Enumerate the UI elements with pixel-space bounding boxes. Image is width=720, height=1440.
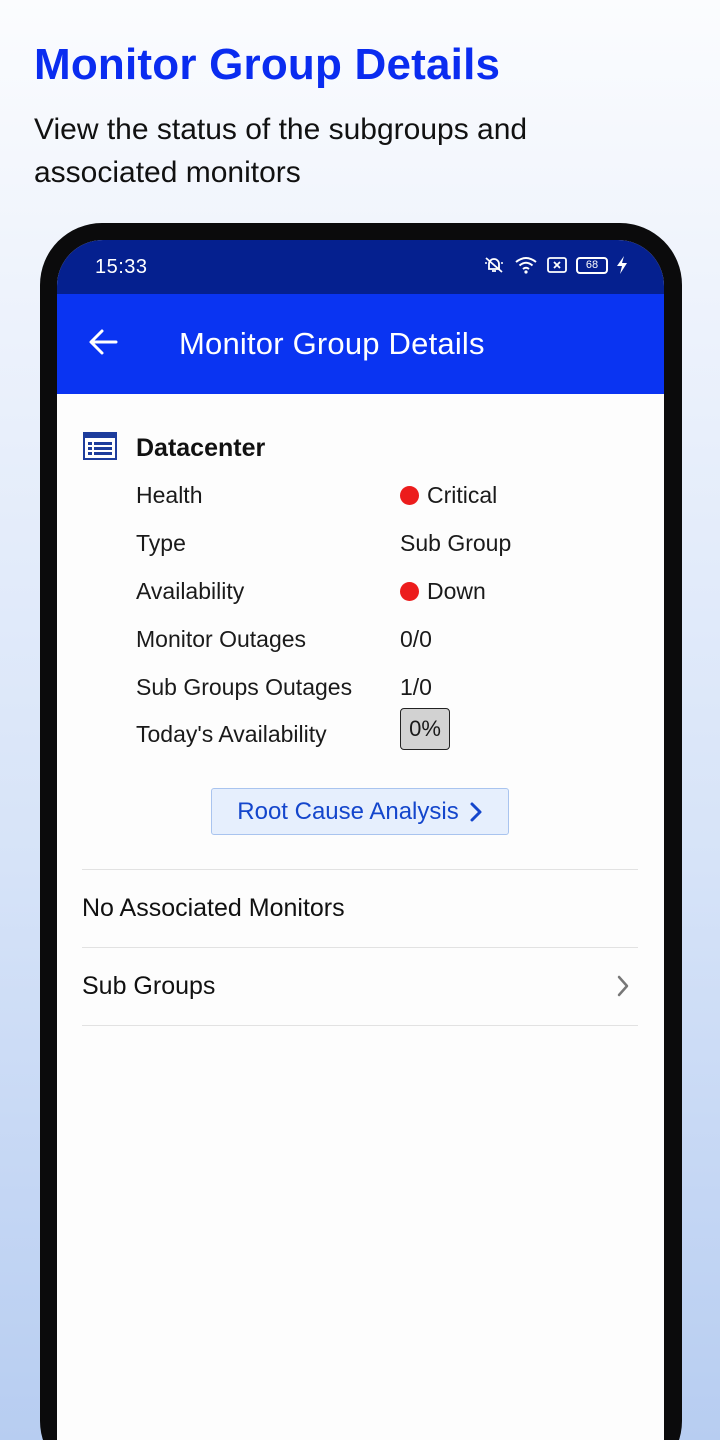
- list-table-icon: [83, 432, 136, 465]
- root-cause-analysis-button[interactable]: Root Cause Analysis: [211, 788, 509, 835]
- wifi-icon: [514, 255, 538, 275]
- promo-title: Monitor Group Details: [34, 40, 501, 89]
- divider: [82, 1025, 638, 1026]
- status-bar: 15:33 68: [57, 240, 664, 294]
- arrow-left-icon: [89, 329, 118, 355]
- detail-row-monitor-outages: Monitor Outages 0/0: [136, 626, 656, 658]
- bell-off-icon: [482, 255, 506, 275]
- detail-row-todays-availability: Today's Availability 0%: [136, 708, 656, 753]
- health-value: Critical: [400, 482, 497, 509]
- detail-row-availability: Availability Down: [136, 578, 656, 610]
- group-header: Datacenter: [83, 432, 265, 465]
- detail-value-text: 1/0: [400, 674, 432, 700]
- app-bar-title: Monitor Group Details: [179, 326, 485, 361]
- critical-status-dot: [400, 486, 419, 505]
- detail-label: Type: [136, 530, 186, 556]
- app-bar: Monitor Group Details: [57, 294, 664, 394]
- availability-percent-badge: 0%: [400, 708, 450, 750]
- charging-bolt-icon: [616, 255, 628, 275]
- detail-row-type: Type Sub Group: [136, 530, 656, 562]
- battery-icon: 68: [576, 256, 608, 274]
- no-associated-monitors-text: No Associated Monitors: [82, 893, 345, 922]
- availability-value: Down: [400, 578, 486, 605]
- detail-value-text: Sub Group: [400, 530, 512, 556]
- detail-label: Availability: [136, 578, 245, 604]
- detail-value-text: Down: [427, 578, 486, 604]
- sub-groups-label: Sub Groups: [82, 971, 216, 1000]
- status-icons: 68: [482, 255, 628, 275]
- no-associated-monitors-row: No Associated Monitors: [82, 870, 638, 946]
- detail-label: Monitor Outages: [136, 626, 307, 652]
- back-button[interactable]: [83, 322, 123, 362]
- group-name: Datacenter: [136, 434, 266, 462]
- detail-label: Sub Groups Outages: [136, 674, 353, 700]
- chevron-right-icon: [470, 802, 482, 821]
- sim-off-icon: [546, 255, 568, 275]
- detail-label: Today's Availability: [136, 721, 327, 747]
- chevron-right-icon: [617, 975, 629, 997]
- root-cause-analysis-label: Root Cause Analysis: [237, 797, 459, 825]
- detail-label: Health: [136, 482, 203, 508]
- down-status-dot: [400, 582, 419, 601]
- status-time: 15:33: [95, 256, 148, 278]
- detail-value-text: Critical: [427, 482, 498, 508]
- sub-groups-row[interactable]: Sub Groups: [82, 948, 638, 1024]
- detail-row-sub-groups-outages: Sub Groups Outages 1/0: [136, 674, 656, 706]
- detail-value-text: 0/0: [400, 626, 432, 652]
- promo-subtitle: View the status of the subgroups and ass…: [34, 113, 528, 189]
- detail-row-health: Health Critical: [136, 482, 656, 514]
- phone-screen: 15:33 68 Monitor Group Details Datacente…: [57, 240, 664, 1440]
